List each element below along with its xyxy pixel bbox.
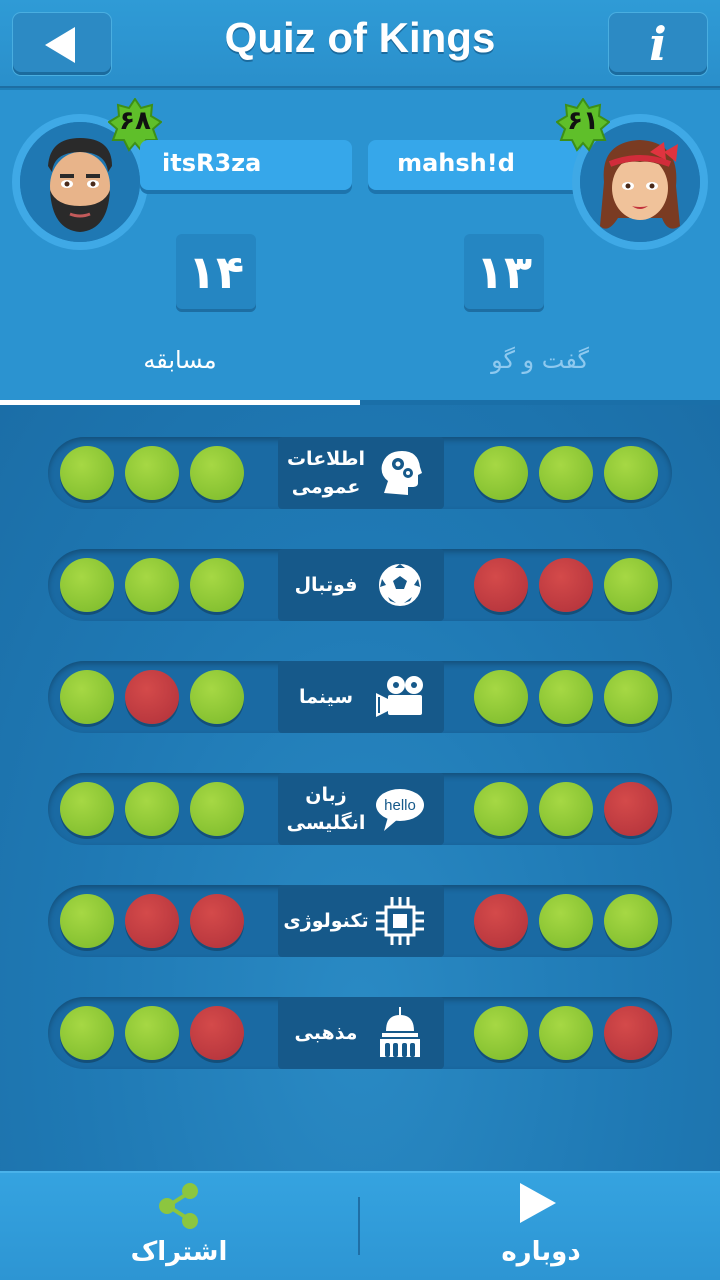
answer-dot-left-correct xyxy=(125,782,179,836)
hello-speech-bubble-icon: hello xyxy=(376,789,424,831)
microchip-icon xyxy=(376,897,424,945)
answer-dot-right-correct xyxy=(474,446,528,500)
top-bar: Quiz of Kings i xyxy=(0,0,720,88)
answer-dot-left-wrong xyxy=(190,894,244,948)
tab-chat[interactable]: گفت و گو xyxy=(360,340,720,380)
answer-dot-left-correct xyxy=(125,558,179,612)
answer-dot-left-wrong xyxy=(190,1006,244,1060)
answer-dot-left-correct xyxy=(60,670,114,724)
answer-dot-left-correct xyxy=(60,782,114,836)
category-row: زبان انگلیسی hello xyxy=(48,773,672,845)
category-name: مذهبی xyxy=(294,1022,358,1044)
player-left-score: ۱۴ xyxy=(176,234,256,312)
answer-dot-left-correct xyxy=(190,670,244,724)
category-name: زبان انگلیسی xyxy=(286,784,366,834)
info-icon: i xyxy=(649,17,667,71)
answer-dot-right-wrong xyxy=(474,558,528,612)
replay-label: دوباره xyxy=(501,1237,581,1267)
category-row: مذهبی xyxy=(48,997,672,1069)
answer-dot-left-correct xyxy=(60,1006,114,1060)
answer-dot-right-correct xyxy=(539,782,593,836)
answer-dot-right-correct xyxy=(539,894,593,948)
answer-dot-left-correct xyxy=(60,558,114,612)
category-label: مذهبی xyxy=(278,997,444,1069)
category-name: فوتبال xyxy=(294,574,358,596)
player-right-level-badge: ۶۱ xyxy=(556,98,610,152)
info-button[interactable]: i xyxy=(609,13,707,75)
brain-gears-icon xyxy=(381,451,422,495)
share-label: اشتراک xyxy=(130,1237,228,1267)
player-left-level: ۶۸ xyxy=(119,106,151,136)
category-row: فوتبال xyxy=(48,549,672,621)
category-row: سینما xyxy=(48,661,672,733)
category-label: تکنولوژی xyxy=(278,885,444,957)
answer-dot-right-correct xyxy=(604,670,658,724)
svg-text:hello: hello xyxy=(384,797,416,814)
player-right-score: ۱۳ xyxy=(464,234,544,312)
play-icon xyxy=(520,1183,556,1223)
movie-camera-icon xyxy=(376,676,423,717)
category-name: تکنولوژی xyxy=(283,910,369,932)
back-button[interactable] xyxy=(13,13,111,75)
share-icon xyxy=(159,1183,198,1229)
answer-dot-right-correct xyxy=(604,894,658,948)
answer-dot-right-correct xyxy=(539,446,593,500)
answer-dot-left-correct xyxy=(60,446,114,500)
bottom-divider xyxy=(358,1197,360,1255)
category-name: سینما xyxy=(298,686,354,708)
category-label: اطلاعات عمومی xyxy=(278,437,444,509)
answer-dot-left-wrong xyxy=(125,670,179,724)
player-left-name: itsR3za xyxy=(140,140,352,190)
share-button[interactable]: اشتراک xyxy=(0,1173,358,1280)
answer-dot-right-correct xyxy=(474,670,528,724)
answer-dot-left-correct xyxy=(190,782,244,836)
answer-dot-right-wrong xyxy=(604,782,658,836)
answer-dot-left-correct xyxy=(190,446,244,500)
answer-dot-right-correct xyxy=(474,782,528,836)
category-label: سینما xyxy=(278,661,444,733)
player-right-name: mahsh!d xyxy=(368,140,580,190)
answer-dot-left-correct xyxy=(60,894,114,948)
answer-dot-left-correct xyxy=(125,1006,179,1060)
answer-dot-right-correct xyxy=(604,558,658,612)
answer-dot-right-correct xyxy=(539,1006,593,1060)
answer-dot-left-wrong xyxy=(125,894,179,948)
player-right-level: ۶۱ xyxy=(567,106,599,136)
tab-match[interactable]: مسابقه xyxy=(0,340,360,380)
answer-dot-right-correct xyxy=(474,1006,528,1060)
replay-button[interactable]: دوباره xyxy=(362,1173,720,1280)
bottom-bar: اشتراک دوباره xyxy=(0,1171,720,1280)
answer-dot-left-correct xyxy=(190,558,244,612)
answer-dot-left-correct xyxy=(125,446,179,500)
category-name: اطلاعات عمومی xyxy=(286,448,366,498)
players-panel: ۶۸ itsR3za mahsh!d ۶۱ ۱۴ ۱۳ مسابقه گفت و… xyxy=(0,90,720,405)
answer-dot-right-wrong xyxy=(604,1006,658,1060)
category-label: فوتبال xyxy=(278,549,444,621)
soccer-ball-icon xyxy=(377,562,423,608)
category-results: اطلاعات عمومی فوتبال سینما زبان انگلیسی hell… xyxy=(0,405,720,1171)
back-arrow-icon xyxy=(45,27,75,63)
app-title: Quiz of Kings xyxy=(224,14,496,61)
answer-dot-right-wrong xyxy=(539,558,593,612)
answer-dot-right-wrong xyxy=(474,894,528,948)
category-row: اطلاعات عمومی xyxy=(48,437,672,509)
category-label: زبان انگلیسی hello xyxy=(278,773,444,845)
answer-dot-right-correct xyxy=(539,670,593,724)
mosque-icon xyxy=(380,1007,420,1057)
answer-dot-right-correct xyxy=(604,446,658,500)
category-row: تکنولوژی xyxy=(48,885,672,957)
